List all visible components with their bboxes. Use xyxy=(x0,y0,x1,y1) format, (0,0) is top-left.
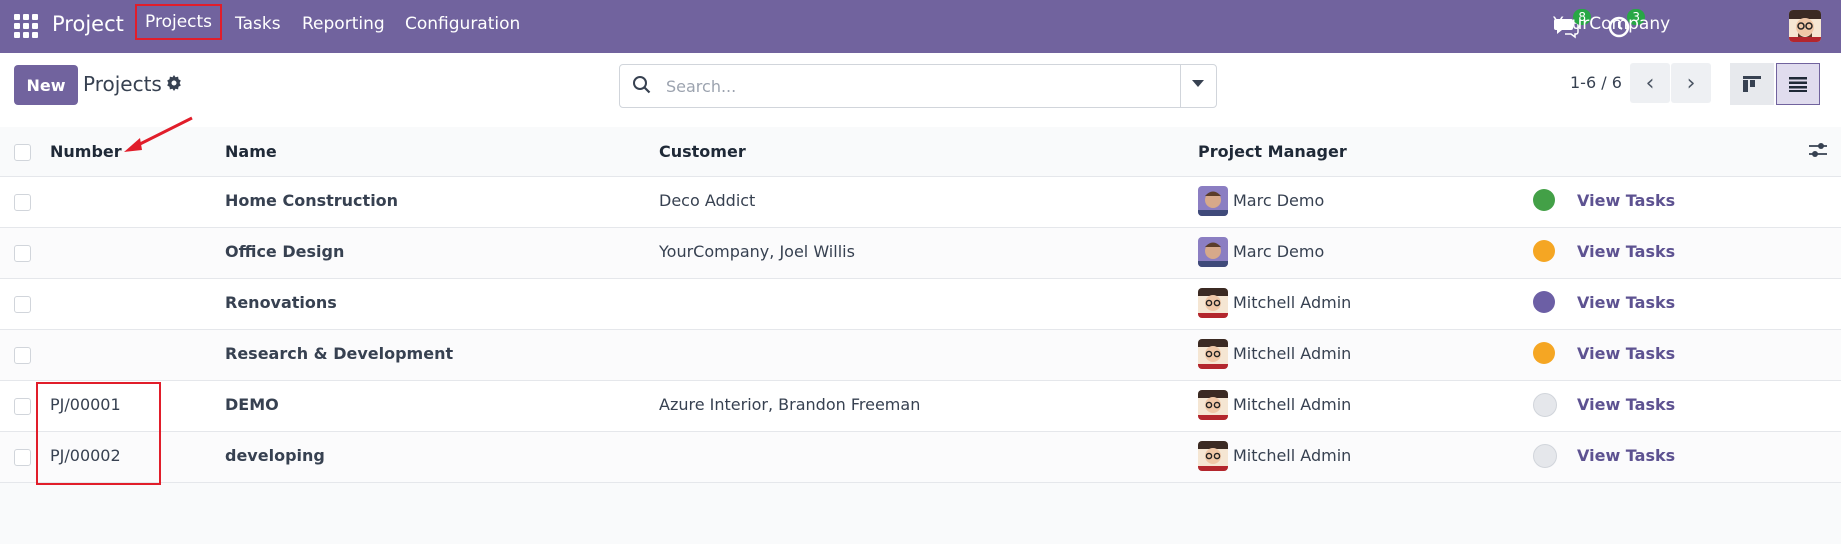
row-checkbox[interactable] xyxy=(14,296,31,313)
manager-avatar xyxy=(1198,186,1228,216)
pager-value[interactable]: 1-6 / 6 xyxy=(1570,73,1622,92)
view-tasks-button[interactable]: View Tasks xyxy=(1577,242,1675,261)
annotation-arrow-icon xyxy=(124,116,193,152)
manager-avatar xyxy=(1198,288,1228,318)
row-checkbox[interactable] xyxy=(14,245,31,262)
cell-name: DEMO xyxy=(225,395,279,414)
page-title: Projects xyxy=(83,72,162,96)
status-indicator[interactable] xyxy=(1533,342,1555,364)
top-navbar: Project Projects Tasks Reporting Configu… xyxy=(0,0,1841,53)
table-row[interactable]: Renovations Mitchell Admin View Tasks xyxy=(0,279,1841,330)
status-indicator[interactable] xyxy=(1533,393,1557,417)
view-tasks-button[interactable]: View Tasks xyxy=(1577,344,1675,363)
gear-icon[interactable] xyxy=(166,75,182,95)
menu-reporting[interactable]: Reporting xyxy=(302,14,385,34)
table-row[interactable]: PJ/00002 developing Mitchell Admin View … xyxy=(0,432,1841,483)
cell-name: Home Construction xyxy=(225,191,399,210)
user-avatar[interactable] xyxy=(1789,10,1821,42)
cell-name: Office Design xyxy=(225,242,345,261)
manager-avatar xyxy=(1198,339,1228,369)
cell-customer: YourCompany, Joel Willis xyxy=(659,242,855,261)
table-row[interactable]: Office Design YourCompany, Joel Willis M… xyxy=(0,228,1841,279)
optional-columns-icon[interactable] xyxy=(1808,141,1828,163)
column-header-number[interactable]: Number xyxy=(50,142,122,161)
row-checkbox[interactable] xyxy=(14,398,31,415)
menu-configuration[interactable]: Configuration xyxy=(405,14,520,34)
column-header-project-manager[interactable]: Project Manager xyxy=(1198,142,1347,161)
status-indicator[interactable] xyxy=(1533,444,1557,468)
cell-manager: Mitchell Admin xyxy=(1233,344,1352,363)
view-tasks-button[interactable]: View Tasks xyxy=(1577,293,1675,312)
projects-list: Number Name Customer Project Manager Hom… xyxy=(0,127,1841,483)
select-all-checkbox[interactable] xyxy=(14,144,31,161)
new-button[interactable]: New xyxy=(14,65,78,105)
cell-manager: Mitchell Admin xyxy=(1233,293,1352,312)
apps-menu-icon[interactable] xyxy=(14,14,38,38)
cell-manager: Marc Demo xyxy=(1233,191,1325,210)
menu-projects[interactable]: Projects xyxy=(134,4,223,40)
search-divider xyxy=(1180,65,1181,107)
search-icon xyxy=(632,75,652,99)
kanban-view-button[interactable] xyxy=(1730,63,1774,105)
pager-next-button[interactable]: › xyxy=(1671,63,1711,103)
column-header-name[interactable]: Name xyxy=(225,142,277,161)
table-header: Number Name Customer Project Manager xyxy=(0,127,1841,177)
cell-name: Renovations xyxy=(225,293,337,312)
search-input[interactable] xyxy=(664,73,1168,99)
view-tasks-button[interactable]: View Tasks xyxy=(1577,446,1675,465)
highlight-box-numbers xyxy=(36,382,161,485)
cell-name: Research & Development xyxy=(225,344,454,363)
list-icon xyxy=(1789,77,1807,92)
manager-avatar xyxy=(1198,441,1228,471)
view-tasks-button[interactable]: View Tasks xyxy=(1577,191,1675,210)
status-indicator[interactable] xyxy=(1533,189,1555,211)
search-bar xyxy=(619,64,1217,108)
pager-previous-button[interactable]: ‹ xyxy=(1630,63,1670,103)
menu-tasks[interactable]: Tasks xyxy=(235,14,281,34)
control-panel: New Projects 1-6 / 6 ‹ › xyxy=(0,53,1841,128)
cell-manager: Marc Demo xyxy=(1233,242,1325,261)
table-row[interactable]: Home Construction Deco Addict Marc Demo … xyxy=(0,177,1841,228)
cell-customer: Deco Addict xyxy=(659,191,756,210)
company-switcher[interactable]: YourCompany xyxy=(1553,14,1670,34)
kanban-icon xyxy=(1743,76,1761,92)
row-checkbox[interactable] xyxy=(14,449,31,466)
row-checkbox[interactable] xyxy=(14,347,31,364)
cell-manager: Mitchell Admin xyxy=(1233,446,1352,465)
status-indicator[interactable] xyxy=(1533,291,1555,313)
status-indicator[interactable] xyxy=(1533,240,1555,262)
manager-avatar xyxy=(1198,390,1228,420)
app-brand[interactable]: Project xyxy=(52,12,124,36)
manager-avatar xyxy=(1198,237,1228,267)
table-body: Home Construction Deco Addict Marc Demo … xyxy=(0,177,1841,483)
table-row[interactable]: PJ/00001 DEMO Azure Interior, Brandon Fr… xyxy=(0,381,1841,432)
list-view-button[interactable] xyxy=(1776,63,1820,105)
cell-customer: Azure Interior, Brandon Freeman xyxy=(659,395,921,414)
table-row[interactable]: Research & Development Mitchell Admin Vi… xyxy=(0,330,1841,381)
column-header-customer[interactable]: Customer xyxy=(659,142,746,161)
row-checkbox[interactable] xyxy=(14,194,31,211)
cell-manager: Mitchell Admin xyxy=(1233,395,1352,414)
search-options-dropdown-icon[interactable] xyxy=(1192,80,1204,87)
view-tasks-button[interactable]: View Tasks xyxy=(1577,395,1675,414)
cell-name: developing xyxy=(225,446,325,465)
